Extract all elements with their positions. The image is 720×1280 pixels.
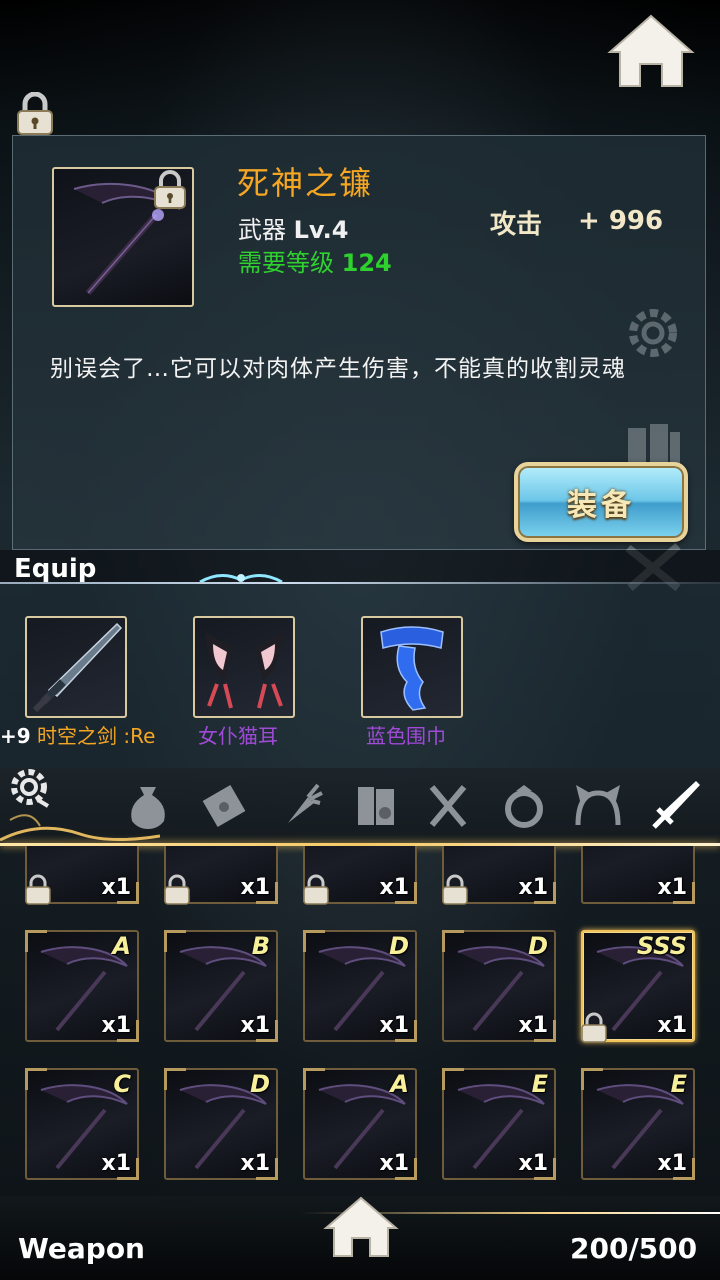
stat-label: 攻击: [490, 210, 543, 240]
settings-gear-icon[interactable]: [6, 764, 52, 810]
equip-slot-head[interactable]: [193, 616, 295, 718]
inventory-cell[interactable]: x1: [581, 846, 695, 904]
equip-button[interactable]: 装备: [514, 462, 688, 542]
item-quantity: x1: [518, 875, 549, 900]
home-icon[interactable]: [322, 1194, 400, 1260]
item-type-level: 武器 Lv.4: [238, 210, 348, 245]
inventory-cell[interactable]: x1: [301, 846, 417, 906]
headband-icon: [575, 785, 621, 826]
tab-weapons[interactable]: [648, 776, 704, 834]
item-grade: D: [250, 1070, 270, 1098]
item-quantity: x1: [518, 1013, 549, 1038]
tab-food[interactable]: [272, 776, 328, 834]
item-grade: A: [112, 932, 131, 960]
item-name: 死神之镰: [237, 164, 374, 202]
item-grade: D: [528, 932, 548, 960]
item-quantity: x1: [657, 1013, 688, 1038]
required-level-value: 124: [341, 249, 392, 277]
inventory-cell[interactable]: B x1: [164, 930, 278, 1042]
item-grade: D: [389, 932, 409, 960]
inventory-cell[interactable]: D x1: [303, 930, 417, 1042]
stat-value: + 996: [578, 206, 664, 236]
weapon-name: 时空之剑 :Re: [37, 724, 156, 748]
tab-rings[interactable]: [496, 776, 552, 834]
tab-headwear[interactable]: [570, 776, 626, 834]
item-grade: C: [113, 1070, 131, 1098]
scroll-icon: [202, 785, 246, 827]
sword-item-icon: [32, 622, 123, 713]
home-icon[interactable]: [606, 12, 696, 90]
bag-icon: [131, 787, 165, 829]
sword-icon: [652, 781, 700, 829]
item-grade: E: [670, 1070, 687, 1098]
item-quantity: x1: [240, 1013, 271, 1038]
required-level-label: 需要等级: [238, 249, 334, 277]
item-grade: B: [251, 932, 270, 960]
utensils-icon: [429, 785, 467, 827]
inventory-cell[interactable]: x1: [440, 846, 556, 906]
item-quantity: x1: [518, 1151, 549, 1176]
enhance-level: +9: [0, 724, 31, 748]
item-quantity: x1: [101, 1151, 132, 1176]
category-label: Weapon: [18, 1232, 145, 1265]
gear-icon: [629, 309, 677, 357]
item-description: 别误会了…它可以对肉体产生伤害，不能真的收割灵魂: [50, 356, 626, 382]
equip-slot-neck-name: 蓝色围巾: [366, 724, 446, 748]
tab-utensils[interactable]: [420, 776, 476, 834]
scarf-icon: [380, 626, 444, 711]
equip-slot-weapon-name: +9 时空之剑 :Re: [0, 720, 155, 749]
item-quantity: x1: [101, 1013, 132, 1038]
inventory-cell[interactable]: D x1: [164, 1068, 278, 1180]
lock-icon[interactable]: [301, 874, 331, 906]
equip-header-bar: [0, 550, 720, 584]
books-tab-icon: [358, 787, 394, 825]
lock-icon[interactable]: [162, 874, 192, 906]
lock-icon[interactable]: [23, 874, 53, 906]
inventory-cell[interactable]: A x1: [303, 1068, 417, 1180]
item-quantity: x1: [657, 875, 688, 900]
item-quantity: x1: [101, 875, 132, 900]
inventory-cell[interactable]: A x1: [25, 930, 139, 1042]
inventory-cell[interactable]: x1: [162, 846, 278, 906]
equip-section-title: Equip: [14, 554, 97, 584]
item-grade: SSS: [636, 932, 687, 960]
item-required-level: 需要等级 124: [238, 243, 392, 278]
inventory-cell[interactable]: C x1: [25, 1068, 139, 1180]
item-level: Lv.4: [293, 216, 349, 244]
inventory-cell[interactable]: D x1: [442, 930, 556, 1042]
equip-slot-weapon[interactable]: [25, 616, 127, 718]
inventory-cell[interactable]: x1: [23, 846, 139, 906]
inventory-grid: x1 x1 x1 x1 x1 A x1 B x1 D x1 D x1 SSS x…: [0, 846, 720, 1196]
equip-slot-neck[interactable]: [361, 616, 463, 718]
item-quantity: x1: [379, 1151, 410, 1176]
item-quantity: x1: [657, 1151, 688, 1176]
item-grade: E: [531, 1070, 548, 1098]
item-lock-icon[interactable]: [150, 170, 190, 210]
item-grade: A: [390, 1070, 409, 1098]
inventory-cell[interactable]: E x1: [581, 1068, 695, 1180]
carrot-icon: [288, 783, 323, 823]
tab-books[interactable]: [348, 776, 404, 834]
lock-icon[interactable]: [579, 1012, 609, 1044]
cat-ears-icon: [205, 632, 283, 709]
item-quantity: x1: [379, 875, 410, 900]
tab-scroll[interactable]: [196, 776, 252, 834]
inventory-cell-selected[interactable]: SSS x1: [579, 930, 695, 1044]
inventory-capacity: 200/500: [570, 1232, 698, 1265]
inventory-cell[interactable]: E x1: [442, 1068, 556, 1180]
item-type: 武器: [238, 216, 286, 244]
equip-slot-head-name: 女仆猫耳: [198, 724, 278, 748]
item-quantity: x1: [379, 1013, 410, 1038]
tab-bag[interactable]: [120, 776, 176, 834]
ring-icon: [505, 785, 543, 828]
lock-icon[interactable]: [14, 92, 56, 136]
item-quantity: x1: [240, 875, 271, 900]
lock-icon[interactable]: [440, 874, 470, 906]
item-quantity: x1: [240, 1151, 271, 1176]
